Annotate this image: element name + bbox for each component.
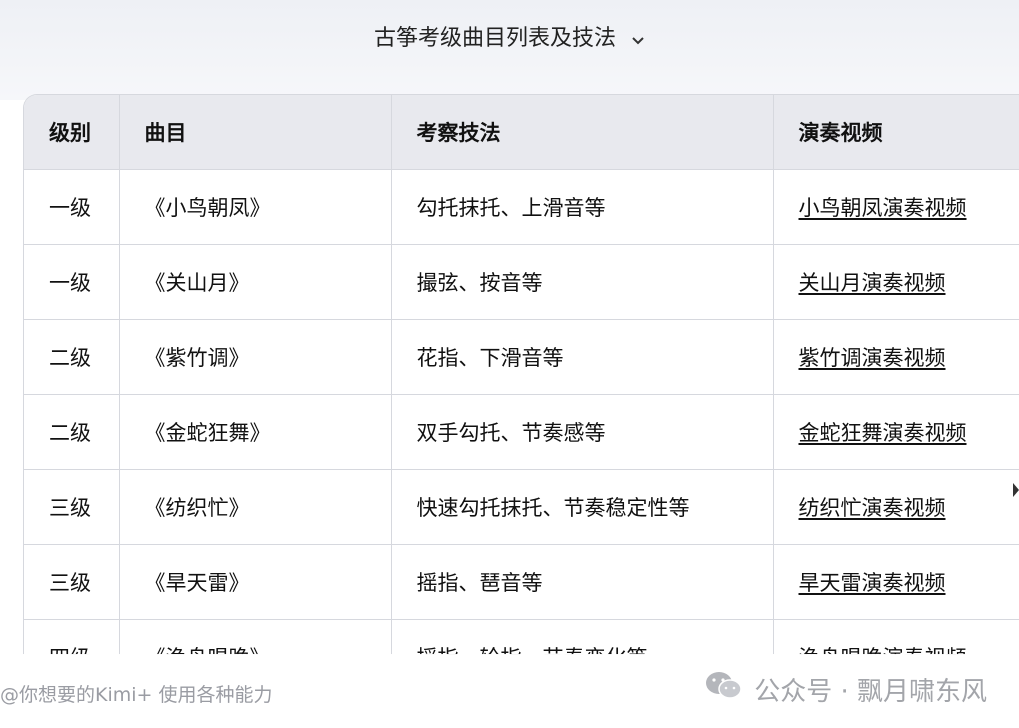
watermark: 公众号 · 飘月啸东风 xyxy=(704,670,987,709)
cell-technique: 摇指、琶音等 xyxy=(391,544,774,620)
cell-technique: 快速勾托抹托、节奏稳定性等 xyxy=(391,469,774,545)
cell-video: 旱天雷演奏视频 xyxy=(773,544,1019,620)
caret-right-icon xyxy=(1013,482,1019,501)
source-caption: @你想要的Kimi+ 使用各种能力 xyxy=(0,684,273,706)
watermark-text: 公众号 · 飘月啸东风 xyxy=(754,677,987,707)
table-row: 三级 《旱天雷》 摇指、琶音等 旱天雷演奏视频 xyxy=(24,544,1019,620)
cell-level: 三级 xyxy=(24,544,120,620)
video-link[interactable]: 关山月演奏视频 xyxy=(799,271,946,295)
cell-video: 紫竹调演奏视频 xyxy=(773,319,1019,395)
header-piece: 曲目 xyxy=(119,95,392,170)
wechat-icon xyxy=(704,670,744,709)
cell-piece: 《小鸟朝凤》 xyxy=(119,169,392,245)
video-link[interactable]: 金蛇狂舞演奏视频 xyxy=(799,421,967,445)
cell-piece: 《旱天雷》 xyxy=(119,544,392,620)
table-row: 三级 《纺织忙》 快速勾托抹托、节奏稳定性等 纺织忙演奏视频 xyxy=(24,469,1019,545)
cell-video: 渔舟唱晚演奏视频 xyxy=(773,619,1019,655)
cell-technique: 勾托抹托、上滑音等 xyxy=(391,169,774,245)
cell-level: 二级 xyxy=(24,319,120,395)
cell-video: 小鸟朝凤演奏视频 xyxy=(773,169,1019,245)
cell-video: 纺织忙演奏视频 xyxy=(773,469,1019,545)
header-level: 级别 xyxy=(24,95,120,170)
cell-video: 关山月演奏视频 xyxy=(773,244,1019,320)
cell-piece: 《纺织忙》 xyxy=(119,469,392,545)
cell-piece: 《金蛇狂舞》 xyxy=(119,394,392,470)
video-link[interactable]: 小鸟朝凤演奏视频 xyxy=(799,196,967,220)
cell-level: 四级 xyxy=(24,619,120,655)
cell-technique: 撮弦、按音等 xyxy=(391,244,774,320)
video-link[interactable]: 纺织忙演奏视频 xyxy=(799,496,946,520)
table-row: 二级 《紫竹调》 花指、下滑音等 紫竹调演奏视频 xyxy=(24,319,1019,395)
cell-technique: 花指、下滑音等 xyxy=(391,319,774,395)
cell-technique: 双手勾托、节奏感等 xyxy=(391,394,774,470)
repertoire-table: 级别 曲目 考察技法 演奏视频 一级 《小鸟朝凤》 勾托抹托、上滑音等 小鸟朝凤… xyxy=(23,94,1019,655)
video-link[interactable]: 旱天雷演奏视频 xyxy=(799,571,946,595)
table-row: 一级 《小鸟朝凤》 勾托抹托、上滑音等 小鸟朝凤演奏视频 xyxy=(24,169,1019,245)
cell-level: 一级 xyxy=(24,169,120,245)
document-title[interactable]: 古筝考级曲目列表及技法 xyxy=(0,20,1019,52)
cell-technique: 摇指、轮指、节奏变化等 xyxy=(391,619,774,655)
table-row: 四级 《渔舟唱晚》 摇指、轮指、节奏变化等 渔舟唱晚演奏视频 xyxy=(24,619,1019,655)
table-row: 二级 《金蛇狂舞》 双手勾托、节奏感等 金蛇狂舞演奏视频 xyxy=(24,394,1019,470)
cell-level: 一级 xyxy=(24,244,120,320)
cell-piece: 《渔舟唱晚》 xyxy=(119,619,392,655)
cell-level: 三级 xyxy=(24,469,120,545)
cell-video: 金蛇狂舞演奏视频 xyxy=(773,394,1019,470)
document-title-text: 古筝考级曲目列表及技法 xyxy=(373,26,616,51)
cell-level: 二级 xyxy=(24,394,120,470)
video-link[interactable]: 紫竹调演奏视频 xyxy=(799,346,946,370)
header-video: 演奏视频 xyxy=(773,95,1019,170)
table-header-row: 级别 曲目 考察技法 演奏视频 xyxy=(24,95,1019,170)
cell-piece: 《紫竹调》 xyxy=(119,319,392,395)
header-technique: 考察技法 xyxy=(391,95,774,170)
table-row: 一级 《关山月》 撮弦、按音等 关山月演奏视频 xyxy=(24,244,1019,320)
cell-piece: 《关山月》 xyxy=(119,244,392,320)
chevron-down-icon[interactable] xyxy=(631,27,645,52)
